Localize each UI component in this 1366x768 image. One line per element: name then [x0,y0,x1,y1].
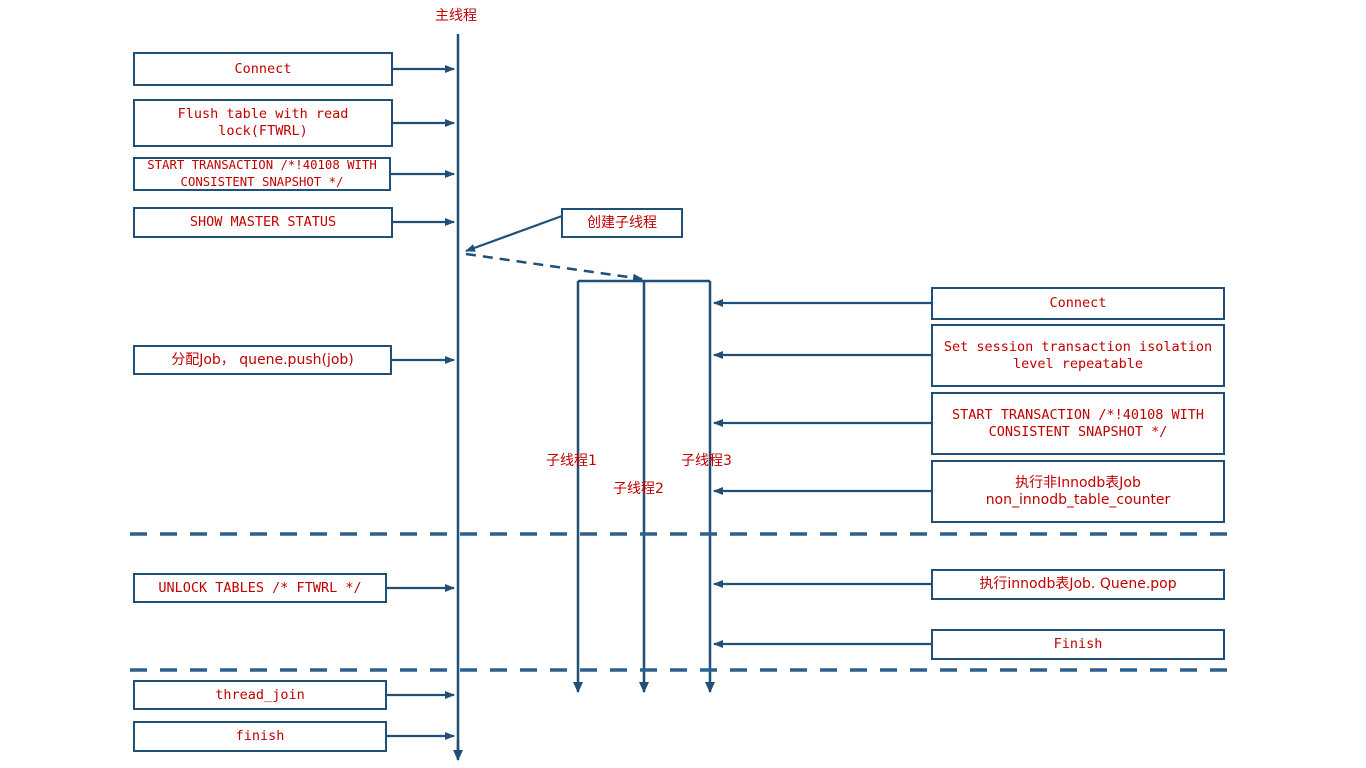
message-box-innodb-job[interactable]: 执行innodb表Job. Quene.pop [931,569,1225,600]
left-arrows [387,65,455,740]
sequence-diagram-canvas: 主线程 子线程1 子线程2 子线程3 Connect Flush table w… [0,0,1366,768]
lane-label-child-thread-3: 子线程3 [681,453,732,469]
spawn-dashed-arrow [465,252,643,282]
lane-label-child-thread-1: 子线程1 [546,453,597,469]
message-box-finish-main[interactable]: finish [133,721,387,752]
message-box-non-innodb-job[interactable]: 执行非Innodb表Job non_innodb_table_counter [931,460,1225,523]
lane-label-main-thread: 主线程 [435,8,477,24]
message-box-assign-job[interactable]: 分配Job， quene.push(job) [133,345,392,375]
create-child-thread-callout-line [465,214,563,253]
message-box-connect-main[interactable]: Connect [133,52,393,86]
message-box-connect-child[interactable]: Connect [931,287,1225,320]
message-box-finish-child[interactable]: Finish [931,629,1225,660]
message-box-create-child-thread[interactable]: 创建子线程 [561,208,683,238]
message-box-start-transaction-child[interactable]: START TRANSACTION /*!40108 WITH CONSISTE… [931,392,1225,455]
right-arrows [713,299,931,648]
message-box-flush-table-read-lock[interactable]: Flush table with read lock(FTWRL) [133,99,393,147]
lane-label-child-thread-2: 子线程2 [613,481,664,497]
message-box-show-master-status[interactable]: SHOW MASTER STATUS [133,207,393,238]
message-box-thread-join[interactable]: thread_join [133,680,387,710]
message-box-set-session-isolation[interactable]: Set session transaction isolation level … [931,324,1225,387]
message-box-start-transaction-main[interactable]: START TRANSACTION /*!40108 WITH CONSISTE… [133,157,391,191]
message-box-unlock-tables[interactable]: UNLOCK TABLES /* FTWRL */ [133,573,387,603]
